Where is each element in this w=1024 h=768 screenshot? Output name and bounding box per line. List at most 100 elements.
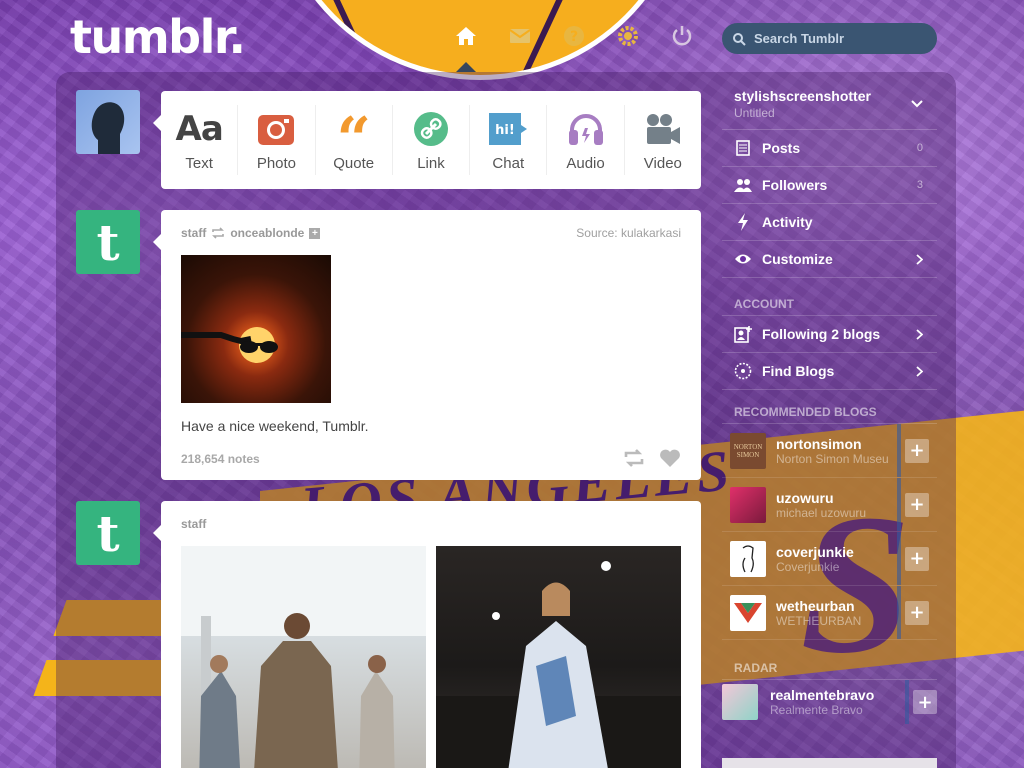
post-type-photo[interactable]: Photo bbox=[238, 105, 316, 175]
post-author[interactable]: staff bbox=[181, 517, 206, 531]
blog-avatar bbox=[730, 540, 766, 577]
post-type-video[interactable]: Video bbox=[625, 105, 701, 175]
sidebar-item-label: Customize bbox=[762, 251, 833, 267]
post-notes[interactable]: 218,654 notes bbox=[181, 452, 260, 466]
eye-icon bbox=[734, 250, 752, 268]
post-card: staff bbox=[153, 501, 701, 768]
post-actions bbox=[623, 448, 681, 468]
reblog-icon[interactable] bbox=[623, 448, 645, 468]
blog-avatar: NORTON SIMON bbox=[730, 432, 766, 469]
recommended-blog[interactable]: NORTON SIMON nortonsimon Norton Simon Muse… bbox=[722, 424, 937, 478]
blog-description: Coverjunkie bbox=[776, 559, 840, 574]
post-type-link[interactable]: Link bbox=[393, 105, 471, 175]
blog-selector[interactable]: stylishscreenshotter Untitled bbox=[722, 84, 937, 130]
power-icon[interactable] bbox=[668, 22, 696, 50]
post-card: staff onceablonde + Source: kulakarkasi … bbox=[153, 210, 701, 480]
add-person-icon bbox=[734, 325, 752, 343]
follow-button[interactable]: + bbox=[905, 492, 929, 517]
search-icon bbox=[733, 32, 746, 46]
svg-text:hi!: hi! bbox=[495, 123, 515, 138]
user-avatar[interactable] bbox=[76, 90, 140, 154]
home-icon[interactable] bbox=[452, 22, 480, 50]
post-composer: Aa Text Photo “ Quote Link hi! Chat Audi… bbox=[153, 91, 701, 189]
blog-avatar bbox=[722, 684, 758, 720]
blog-description: Norton Simon Museu bbox=[776, 451, 889, 466]
tumblr-logo[interactable]: tumblr. bbox=[70, 10, 246, 64]
recommended-divider bbox=[897, 424, 901, 477]
post-type-label: Chat bbox=[492, 154, 525, 172]
follow-button[interactable]: + bbox=[905, 600, 929, 625]
post-type-label: Audio bbox=[566, 154, 605, 172]
sidebar-item-count: 3 bbox=[916, 179, 923, 191]
sidebar-item-posts[interactable]: Posts 0 bbox=[722, 130, 937, 167]
post-type-quote[interactable]: “ Quote bbox=[316, 105, 393, 175]
recommended-blog[interactable]: wetheurban WETHEURBAN + bbox=[722, 586, 937, 640]
chevron-right-icon bbox=[916, 328, 923, 340]
recommended-blog[interactable]: uzowuru michael uzowuru + bbox=[722, 478, 937, 532]
sidebar-bottom-strip bbox=[722, 758, 937, 768]
sidebar-item-label: Following 2 blogs bbox=[762, 326, 881, 342]
sidebar-item-activity[interactable]: Activity bbox=[722, 204, 937, 241]
search-input[interactable] bbox=[754, 31, 924, 46]
top-nav: ? bbox=[452, 22, 696, 50]
follow-button[interactable]: + bbox=[905, 438, 929, 463]
reblogged-from[interactable]: onceablonde bbox=[230, 226, 304, 240]
post-source[interactable]: Source: kulakarkasi bbox=[576, 226, 681, 240]
staff-avatar[interactable]: t bbox=[76, 501, 140, 565]
recommended-divider bbox=[897, 478, 901, 531]
post-type-text[interactable]: Aa Text bbox=[161, 105, 239, 175]
sidebar-item-label: Find Blogs bbox=[762, 363, 835, 379]
blog-title: Untitled bbox=[734, 106, 775, 120]
follow-button[interactable]: + bbox=[913, 690, 937, 714]
chevron-down-icon bbox=[911, 100, 923, 108]
recommended-blog[interactable]: coverjunkie Coverjunkie + bbox=[722, 532, 937, 586]
post-photo[interactable] bbox=[181, 546, 426, 768]
blog-name: stylishscreenshotter bbox=[734, 88, 871, 104]
section-header-radar: RADAR bbox=[722, 640, 937, 680]
post-caption: Have a nice weekend, Tumblr. bbox=[181, 418, 369, 434]
follow-plus-icon[interactable]: + bbox=[309, 227, 321, 239]
post-header: staff onceablonde + bbox=[181, 226, 321, 240]
blog-avatar bbox=[730, 486, 766, 523]
gear-icon[interactable] bbox=[614, 22, 642, 50]
search-bar[interactable] bbox=[722, 23, 937, 54]
sidebar-item-customize[interactable]: Customize bbox=[722, 241, 937, 278]
chevron-right-icon bbox=[916, 365, 923, 377]
sidebar-item-label: Posts bbox=[762, 140, 801, 156]
chat-icon: hi! bbox=[488, 109, 528, 149]
reblog-icon bbox=[212, 227, 225, 239]
svg-text:?: ? bbox=[570, 29, 578, 45]
chevron-right-icon bbox=[916, 253, 923, 265]
sidebar-item-followers[interactable]: Followers 3 bbox=[722, 167, 937, 204]
headphones-icon bbox=[567, 109, 605, 149]
heart-icon[interactable] bbox=[659, 448, 681, 468]
post-type-label: Video bbox=[643, 154, 682, 172]
staff-avatar[interactable]: t bbox=[76, 210, 140, 274]
mail-icon[interactable] bbox=[506, 22, 534, 50]
post-photo[interactable] bbox=[181, 255, 331, 403]
blog-name: wetheurban bbox=[776, 597, 855, 614]
video-camera-icon bbox=[644, 109, 682, 149]
blog-name: nortonsimon bbox=[776, 435, 862, 452]
post-author[interactable]: staff bbox=[181, 226, 206, 240]
post-photo[interactable] bbox=[436, 546, 681, 768]
post-type-label: Photo bbox=[256, 154, 297, 172]
text-icon: Aa bbox=[175, 108, 224, 149]
sidebar-item-find-blogs[interactable]: Find Blogs bbox=[722, 353, 937, 390]
recommended-divider bbox=[897, 532, 901, 585]
follow-button[interactable]: + bbox=[905, 546, 929, 571]
blog-name: uzowuru bbox=[776, 489, 834, 506]
blog-avatar bbox=[730, 594, 766, 631]
post-type-chat[interactable]: hi! Chat bbox=[470, 105, 548, 175]
radar-blog[interactable]: realmentebravo Realmente Bravo + bbox=[722, 680, 937, 724]
help-icon[interactable]: ? bbox=[560, 22, 588, 50]
sidebar-item-label: Activity bbox=[762, 214, 813, 230]
sidebar-item-following[interactable]: Following 2 blogs bbox=[722, 316, 937, 353]
post-type-audio[interactable]: Audio bbox=[547, 105, 625, 175]
blog-description: michael uzowuru bbox=[776, 505, 867, 520]
link-icon bbox=[413, 109, 449, 149]
section-header-account: ACCOUNT bbox=[722, 278, 937, 316]
blog-description: Realmente Bravo bbox=[770, 703, 863, 717]
post-type-label: Text bbox=[185, 154, 213, 172]
compass-icon bbox=[734, 362, 752, 380]
